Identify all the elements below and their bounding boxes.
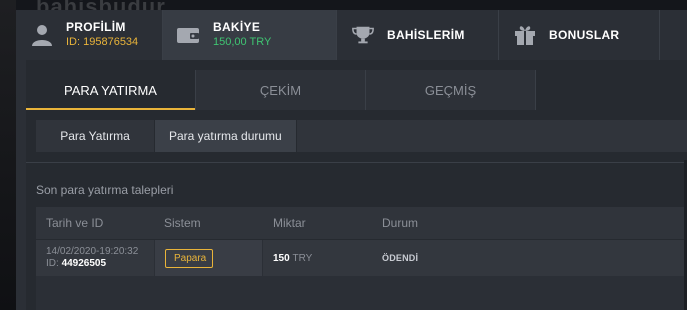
- wallet-icon: [177, 23, 201, 47]
- cell-system: Papara: [154, 240, 263, 276]
- section-title: Son para yatırma talepleri: [36, 183, 174, 197]
- tab-history[interactable]: GEÇMİŞ: [366, 70, 536, 110]
- tab-bonuses[interactable]: BONUSLAR: [499, 10, 660, 60]
- tab-withdrawal[interactable]: ÇEKİM: [196, 70, 366, 110]
- tab-deposit-form[interactable]: Para Yatırma: [36, 120, 155, 152]
- deposit-amount: 150: [273, 252, 290, 264]
- cell-status: ÖDENDİ: [382, 253, 419, 263]
- payment-system-badge: Papara: [165, 248, 213, 268]
- deposit-id: 44926505: [61, 258, 107, 269]
- column-header-status: Durum: [382, 216, 419, 230]
- tab-my-bets[interactable]: BAHİSLERİM: [337, 10, 499, 60]
- transaction-tabs: PARA YATIRMA ÇEKİM GEÇMİŞ: [26, 70, 687, 110]
- column-header-date-id: Tarih ve ID: [46, 216, 104, 230]
- user-icon: [30, 23, 54, 47]
- table-empty-area: [36, 276, 687, 310]
- account-top-tabs: PROFİLİM ID: 195876534 BAKİYE 150,00 TRY…: [16, 10, 687, 60]
- balance-amount: 150,00 TRY: [213, 36, 272, 48]
- gift-icon: [513, 23, 537, 47]
- tab-my-bets-label: BAHİSLERİM: [387, 27, 465, 42]
- section-divider: [26, 162, 687, 163]
- page-backdrop: [0, 0, 16, 310]
- tab-bonuses-label: BONUSLAR: [549, 27, 620, 42]
- deposit-id-line: ID: 44926505: [46, 258, 154, 270]
- column-header-system: Sistem: [164, 216, 201, 230]
- tab-deposit[interactable]: PARA YATIRMA: [26, 70, 196, 110]
- tab-balance[interactable]: BAKİYE 150,00 TRY: [163, 10, 337, 60]
- deposit-tabs: Para Yatırma Para yatırma durumu: [36, 120, 687, 152]
- column-header-amount: Miktar: [273, 216, 306, 230]
- cell-amount: 150 TRY: [263, 253, 372, 264]
- tab-profile-label: PROFİLİM: [66, 20, 126, 34]
- trophy-icon: [351, 23, 375, 47]
- deposit-datetime: 14/02/2020-19:20:32: [46, 246, 139, 257]
- tab-profile[interactable]: PROFİLİM ID: 195876534: [16, 10, 163, 60]
- cell-date-id: 14/02/2020-19:20:32 ID: 44926505: [36, 246, 154, 270]
- table-row: 14/02/2020-19:20:32 ID: 44926505 Papara …: [36, 240, 687, 276]
- user-id: ID: 195876534: [66, 36, 139, 48]
- deposit-id-label: ID:: [46, 258, 59, 269]
- deposit-currency: TRY: [292, 252, 313, 264]
- tab-balance-label: BAKİYE: [213, 20, 261, 34]
- tab-deposit-status[interactable]: Para yatırma durumu: [155, 120, 297, 152]
- table-header: Tarih ve ID Sistem Miktar Durum: [36, 207, 687, 239]
